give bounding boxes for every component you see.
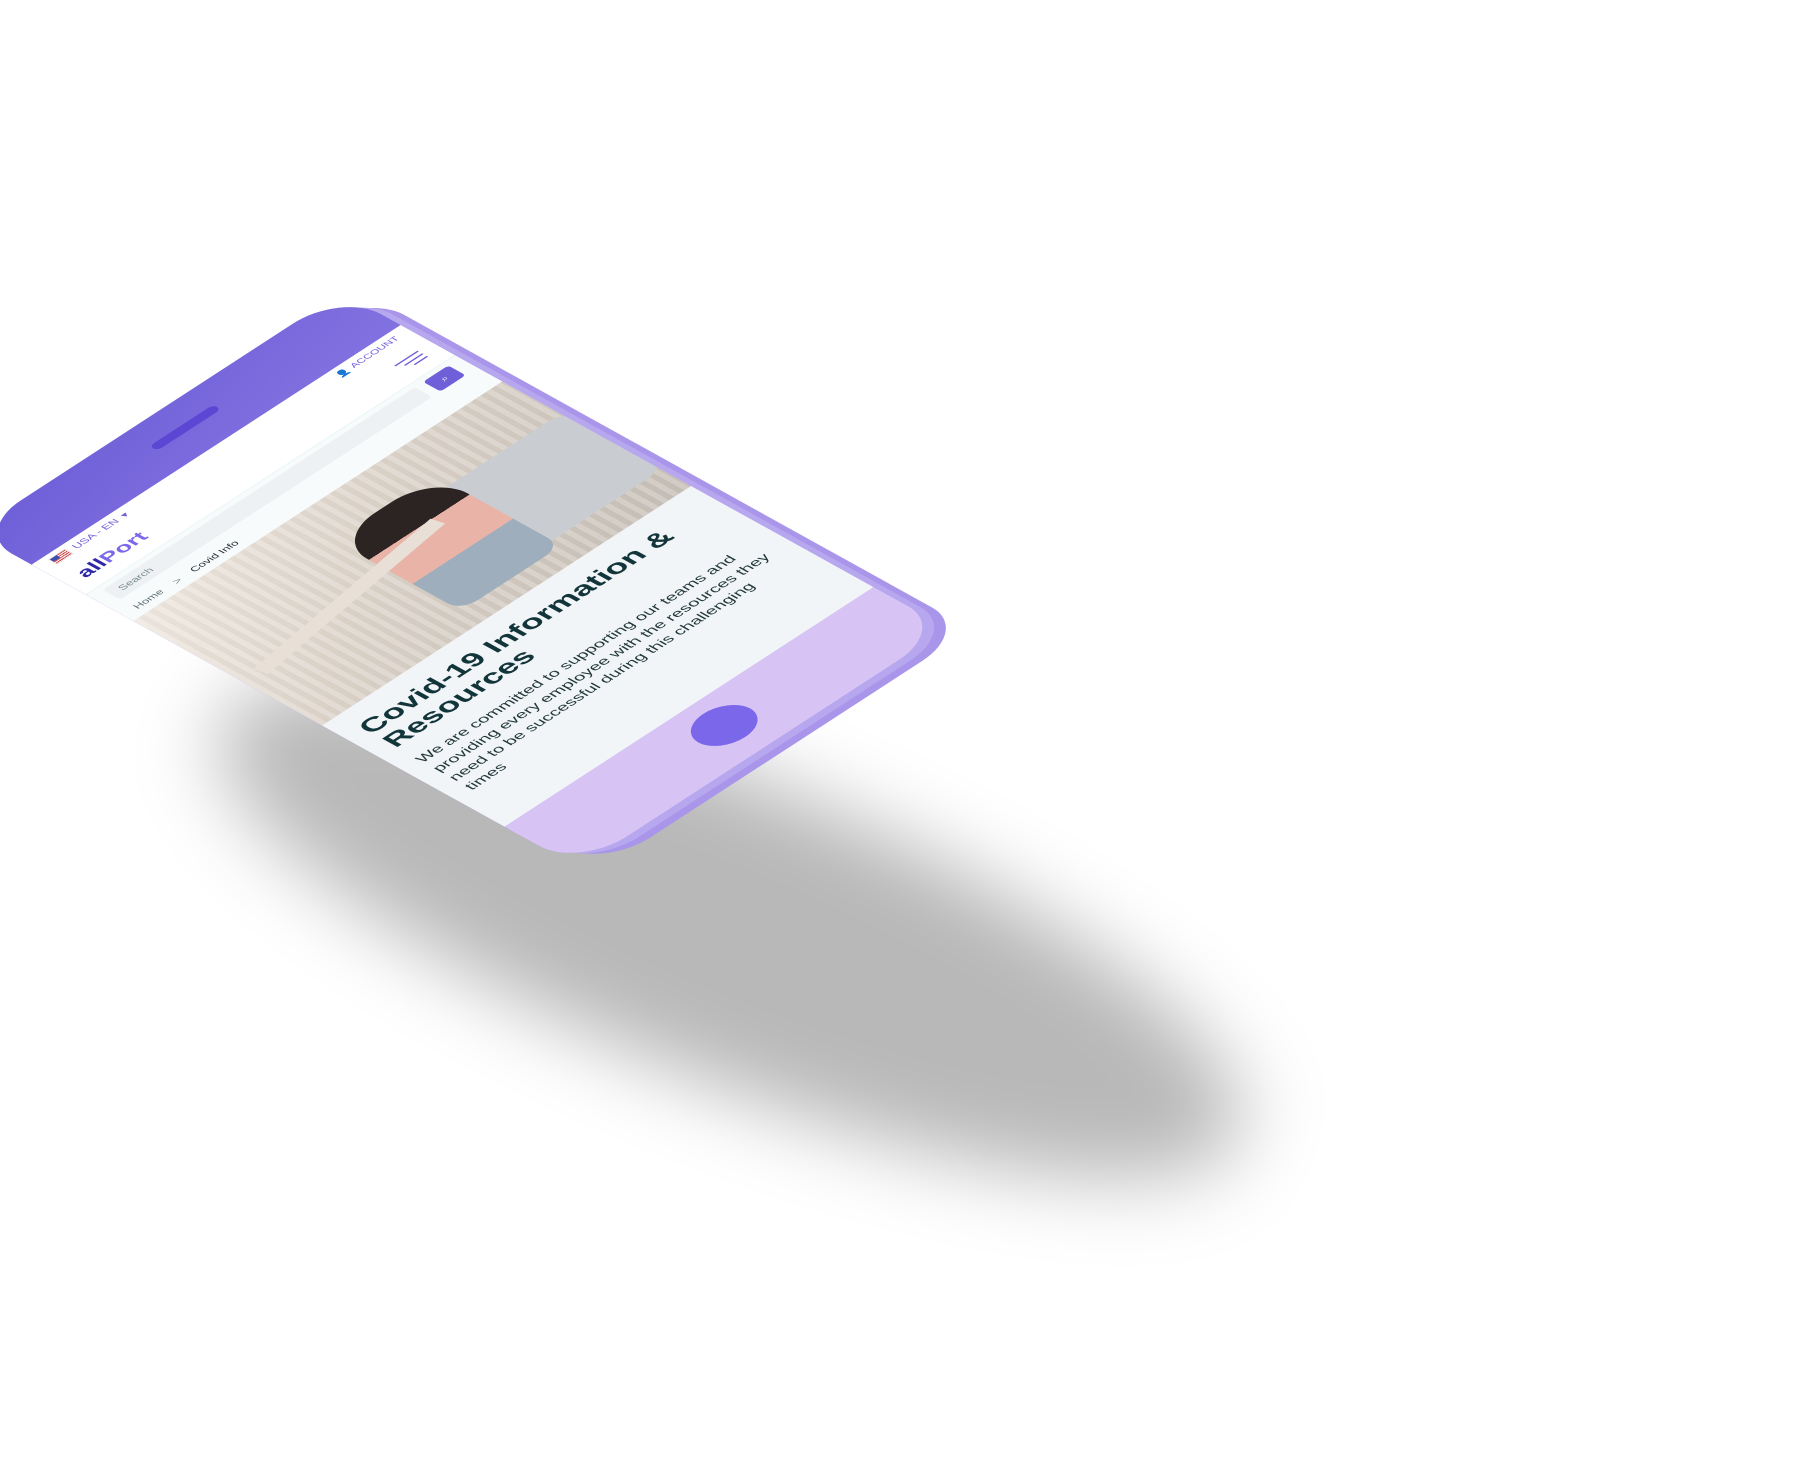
speaker-dots-right [800, 694, 865, 736]
breadcrumb-separator: > [168, 575, 186, 586]
search-icon: ⌕ [436, 373, 452, 383]
phone-device: USA - EN ▾ 👤 ACCOUNT allPort Search ⌕ Ho… [0, 292, 948, 868]
home-button[interactable] [677, 696, 772, 754]
mockup-scene: USA - EN ▾ 👤 ACCOUNT allPort Search ⌕ Ho… [0, 0, 1804, 1458]
chevron-down-icon: ▾ [117, 510, 132, 520]
hamburger-menu-icon[interactable] [394, 350, 429, 372]
phone-device-wrap: USA - EN ▾ 👤 ACCOUNT allPort Search ⌕ Ho… [0, 292, 948, 868]
speaker-grille [149, 404, 222, 451]
